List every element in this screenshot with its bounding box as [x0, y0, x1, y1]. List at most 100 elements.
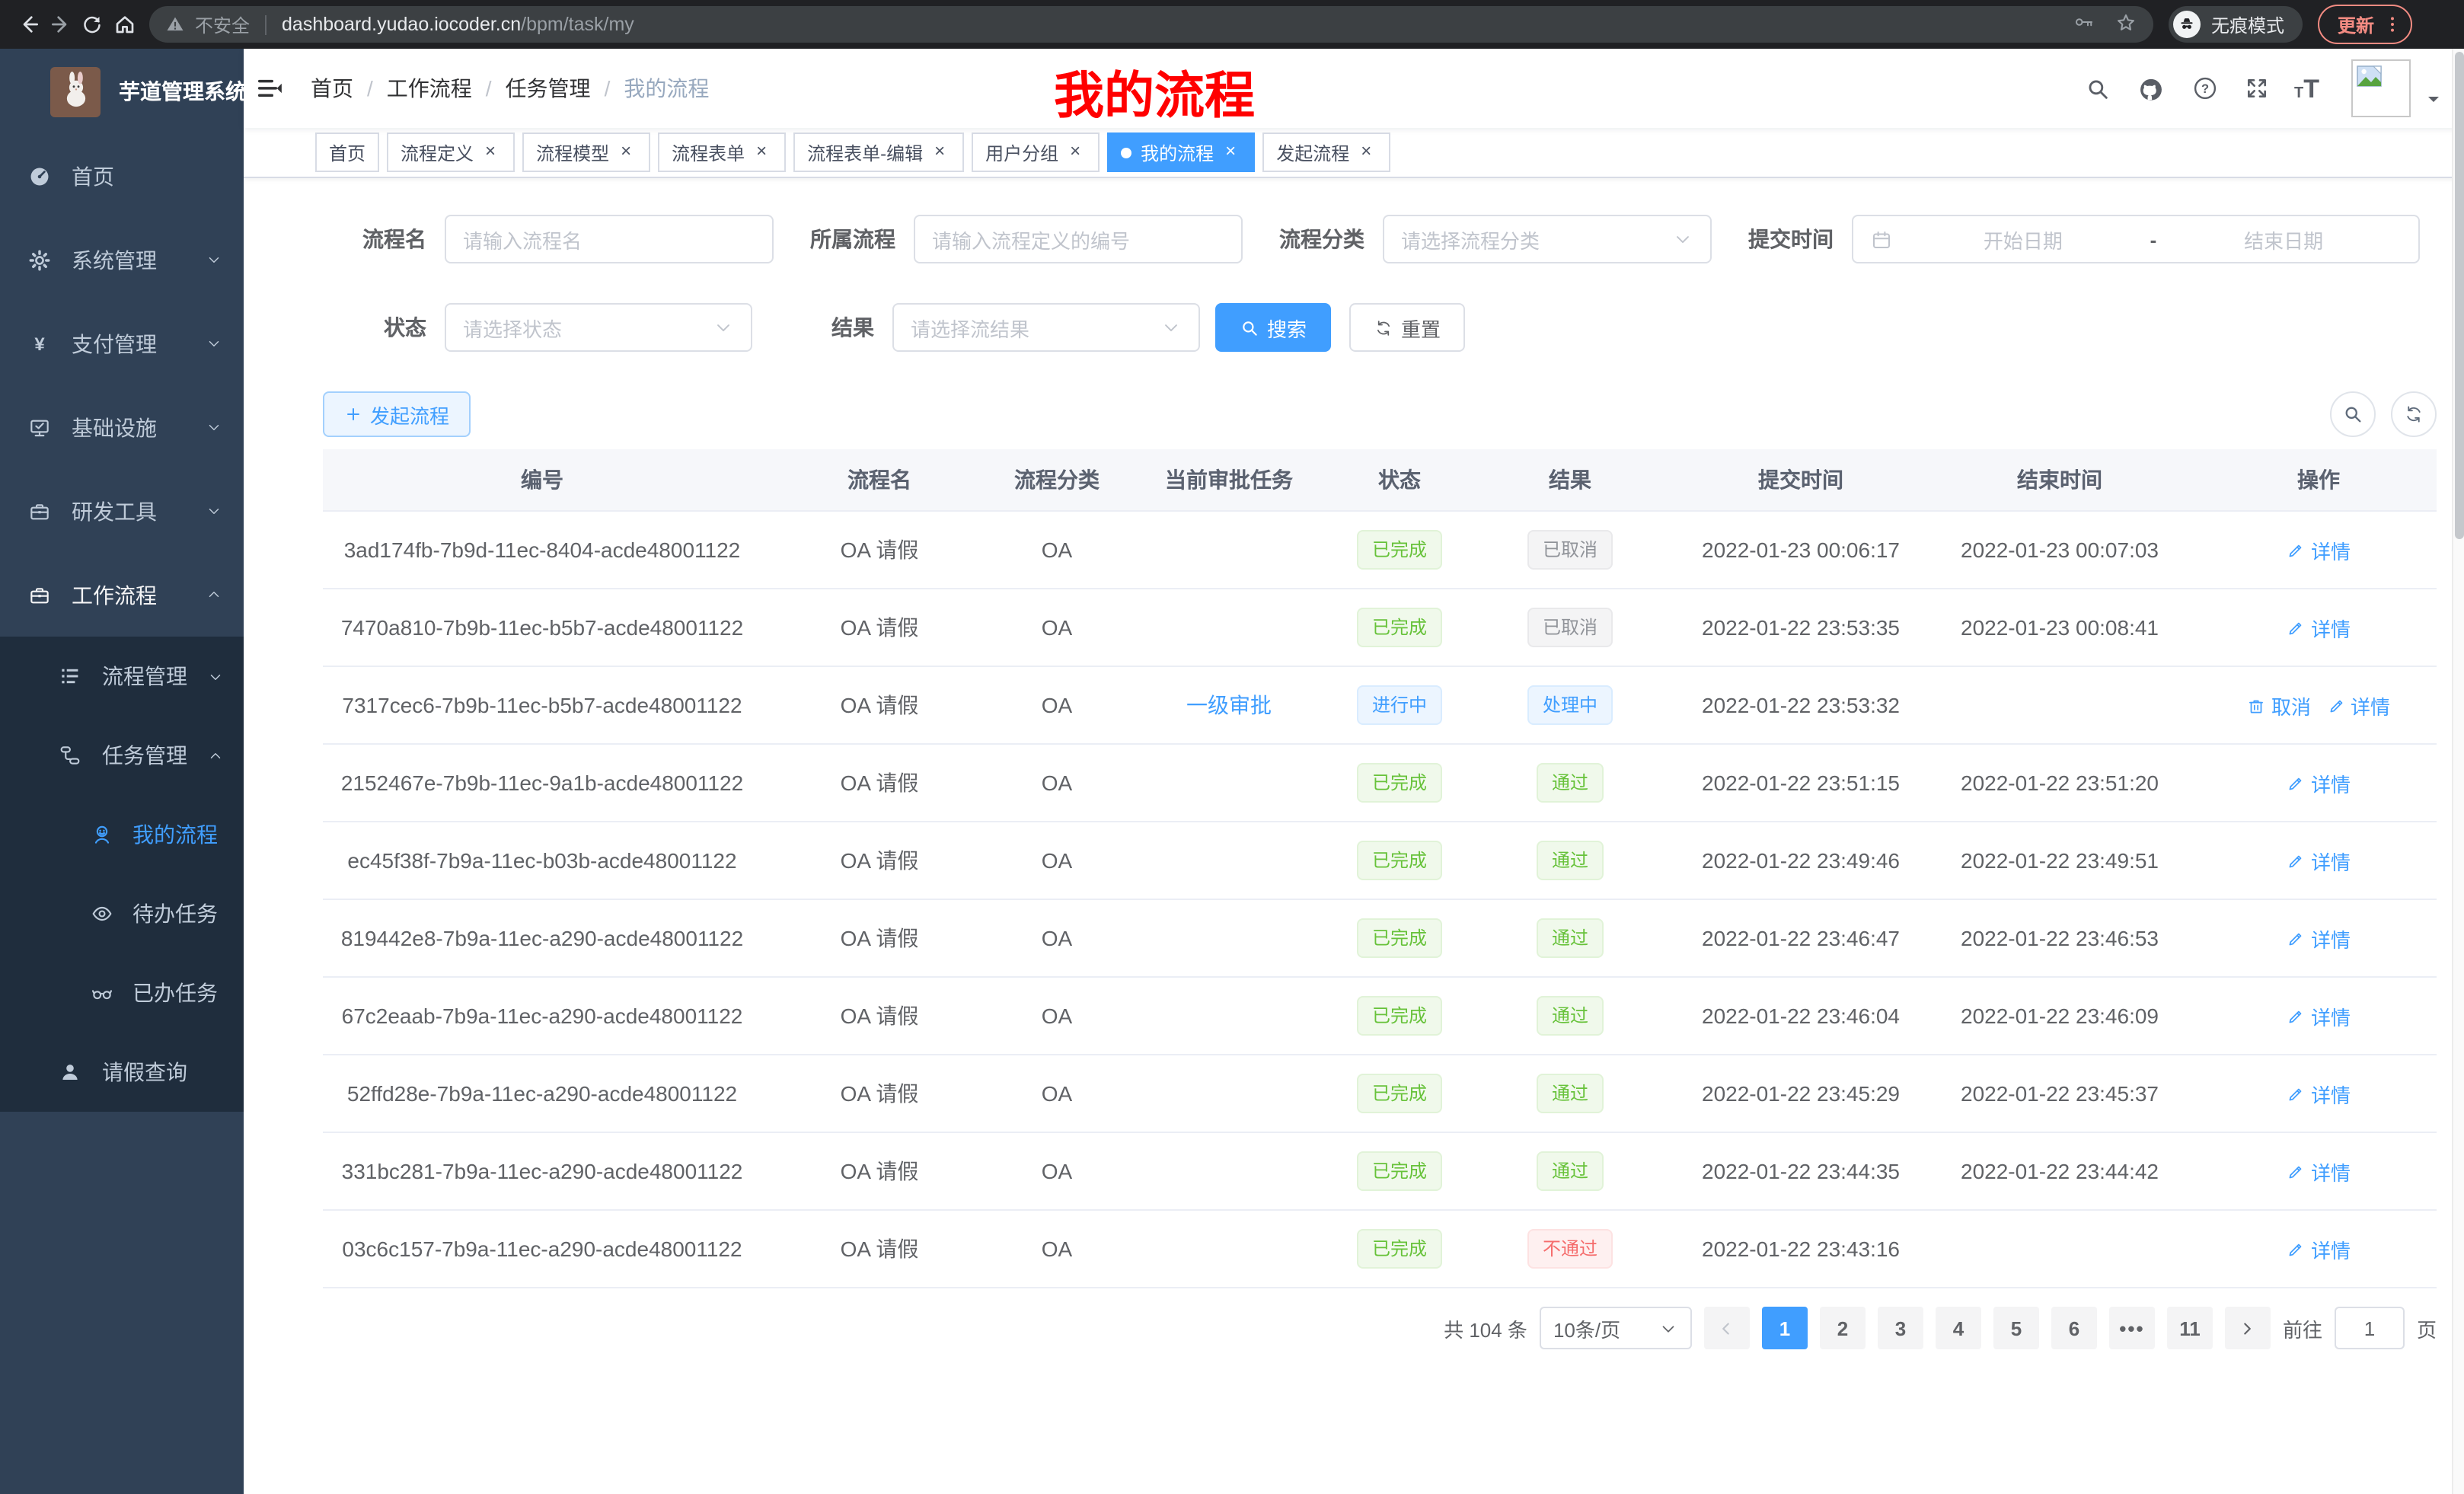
breadcrumb-item[interactable]: 工作流程 — [387, 73, 472, 104]
bookmark-star-icon[interactable] — [2114, 10, 2138, 39]
sidebar-item-label: 研发工具 — [72, 496, 157, 526]
reset-button[interactable]: 重置 — [1349, 303, 1465, 352]
close-icon[interactable]: × — [480, 142, 501, 163]
tab-process-model[interactable]: 流程模型× — [522, 132, 650, 172]
result-badge: 通过 — [1537, 918, 1604, 958]
tab-user-group[interactable]: 用户分组× — [972, 132, 1100, 172]
sidebar-item-home[interactable]: 首页 — [0, 134, 244, 218]
avatar[interactable] — [2351, 59, 2411, 117]
detail-link[interactable]: 详情 — [2287, 1157, 2351, 1186]
show-search-button[interactable] — [2330, 391, 2376, 437]
password-key-icon[interactable] — [2073, 11, 2095, 38]
close-icon[interactable]: × — [615, 142, 637, 163]
page-button-1[interactable]: 1 — [1762, 1307, 1808, 1349]
definition-filter-input[interactable]: 请输入流程定义的编号 — [914, 215, 1243, 263]
table-row: 819442e8-7b9a-11ec-a290-acde48001122OA 请… — [323, 899, 2437, 977]
pages-ellipsis[interactable]: ••• — [2109, 1307, 2155, 1349]
page-size-select[interactable]: 10条/页 — [1540, 1307, 1692, 1349]
status-filter-select[interactable]: 请选择状态 — [445, 303, 752, 352]
breadcrumb-item[interactable]: 首页 — [311, 73, 353, 104]
sidebar-collapse-button[interactable] — [253, 72, 286, 105]
tab-my-process[interactable]: 我的流程× — [1107, 132, 1255, 172]
close-icon[interactable]: × — [1220, 142, 1241, 163]
tab-process-form-edit[interactable]: 流程表单-编辑× — [793, 132, 964, 172]
sidebar-item-infra[interactable]: 基础设施 — [0, 385, 244, 469]
page-button-6[interactable]: 6 — [2051, 1307, 2097, 1349]
category-filter-select[interactable]: 请选择流程分类 — [1383, 215, 1712, 263]
detail-link[interactable]: 详情 — [2326, 691, 2390, 720]
cell-result: 已取消 — [1457, 511, 1683, 589]
address-bar[interactable]: 不安全 dashboard.yudao.iocoder.cn/bpm/task/… — [149, 6, 2153, 43]
page-button-5[interactable]: 5 — [1993, 1307, 2039, 1349]
cell-process-name: OA 请假 — [761, 744, 997, 822]
name-filter-input[interactable]: 请输入流程名 — [445, 215, 774, 263]
page-button-4[interactable]: 4 — [1936, 1307, 1981, 1349]
current-task-link[interactable]: 一级审批 — [1186, 690, 1272, 720]
prev-page-button[interactable] — [1704, 1307, 1750, 1349]
cell-process-id: 3ad174fb-7b9d-11ec-8404-acde48001122 — [323, 511, 761, 589]
fullscreen-icon[interactable] — [2244, 76, 2268, 101]
goto-page-input[interactable]: 1 — [2335, 1307, 2405, 1349]
search-button[interactable]: 搜索 — [1215, 303, 1331, 352]
sidebar-item-system[interactable]: 系统管理 — [0, 218, 244, 302]
browser-forward-button[interactable] — [44, 6, 76, 43]
tab-process-form[interactable]: 流程表单× — [658, 132, 786, 172]
browser-back-button[interactable] — [12, 6, 44, 43]
update-button[interactable]: 更新 — [2318, 5, 2412, 44]
cancel-link[interactable]: 取消 — [2247, 691, 2311, 720]
sidebar-item-my-process[interactable]: 我的流程 — [0, 795, 244, 874]
close-icon[interactable]: × — [1355, 142, 1377, 163]
navbar-actions: ? TT — [2084, 59, 2443, 117]
result-filter-select[interactable]: 请选择流结果 — [892, 303, 1200, 352]
page-button-2[interactable]: 2 — [1820, 1307, 1866, 1349]
browser-home-button[interactable] — [108, 6, 140, 43]
submit-time-range-input[interactable]: 开始日期 - 结束日期 — [1852, 215, 2420, 263]
sidebar-item-process-mgmt[interactable]: 流程管理 — [0, 637, 244, 716]
browser-chrome: 不安全 dashboard.yudao.iocoder.cn/bpm/task/… — [0, 0, 2464, 49]
sidebar-item-done-tasks[interactable]: 已办任务 — [0, 953, 244, 1033]
detail-link[interactable]: 详情 — [2287, 535, 2351, 564]
scrollbar-thumb[interactable] — [2455, 52, 2464, 539]
browser-reload-button[interactable] — [76, 6, 108, 43]
sidebar-item-todo-tasks[interactable]: 待办任务 — [0, 874, 244, 953]
tab-start-process[interactable]: 发起流程× — [1262, 132, 1390, 172]
detail-link[interactable]: 详情 — [2287, 924, 2351, 953]
url-divider — [265, 14, 267, 34]
close-icon[interactable]: × — [751, 142, 772, 163]
sidebar-item-workflow[interactable]: 工作流程 — [0, 553, 244, 637]
navbar: 首页/工作流程/任务管理/我的流程 ? TT — [244, 49, 2464, 128]
app-logo[interactable]: 芋道管理系统 — [0, 49, 244, 134]
breadcrumb-item[interactable]: 任务管理 — [506, 73, 591, 104]
chevron-down-icon[interactable] — [2424, 90, 2443, 108]
cell-actions: 详情 — [2201, 1132, 2437, 1210]
tab-home[interactable]: 首页 — [315, 132, 379, 172]
detail-link[interactable]: 详情 — [2287, 768, 2351, 797]
sidebar-item-devtools[interactable]: 研发工具 — [0, 469, 244, 553]
search-icon[interactable] — [2084, 75, 2110, 101]
page-button-11[interactable]: 11 — [2167, 1307, 2213, 1349]
refresh-table-button[interactable] — [2391, 391, 2437, 437]
help-icon[interactable]: ? — [2191, 75, 2218, 102]
detail-link[interactable]: 详情 — [2287, 846, 2351, 875]
close-icon[interactable]: × — [1064, 142, 1086, 163]
tab-process-definition[interactable]: 流程定义× — [387, 132, 515, 172]
close-icon[interactable]: × — [929, 142, 950, 163]
sidebar-item-task-mgmt[interactable]: 任务管理 — [0, 716, 244, 795]
browser-menu-icon[interactable] — [2382, 14, 2403, 35]
github-icon[interactable] — [2136, 74, 2165, 103]
detail-link[interactable]: 详情 — [2287, 1079, 2351, 1108]
page-button-3[interactable]: 3 — [1878, 1307, 1923, 1349]
detail-link[interactable]: 详情 — [2287, 613, 2351, 642]
date-start-placeholder: 开始日期 — [1905, 225, 2141, 254]
next-page-button[interactable] — [2225, 1307, 2271, 1349]
detail-link[interactable]: 详情 — [2287, 1234, 2351, 1263]
sidebar-item-leave-query[interactable]: 请假查询 — [0, 1033, 244, 1112]
svg-text:?: ? — [2201, 82, 2208, 96]
detail-link[interactable]: 详情 — [2287, 1001, 2351, 1030]
cell-submit-time: 2022-01-22 23:43:16 — [1683, 1210, 1919, 1288]
create-process-button[interactable]: 发起流程 — [323, 391, 471, 437]
sidebar-item-payment[interactable]: ¥支付管理 — [0, 302, 244, 385]
chevron-down-icon — [206, 335, 222, 352]
font-size-icon[interactable]: TT — [2294, 75, 2319, 101]
cell-submit-time: 2022-01-22 23:53:32 — [1683, 666, 1919, 744]
